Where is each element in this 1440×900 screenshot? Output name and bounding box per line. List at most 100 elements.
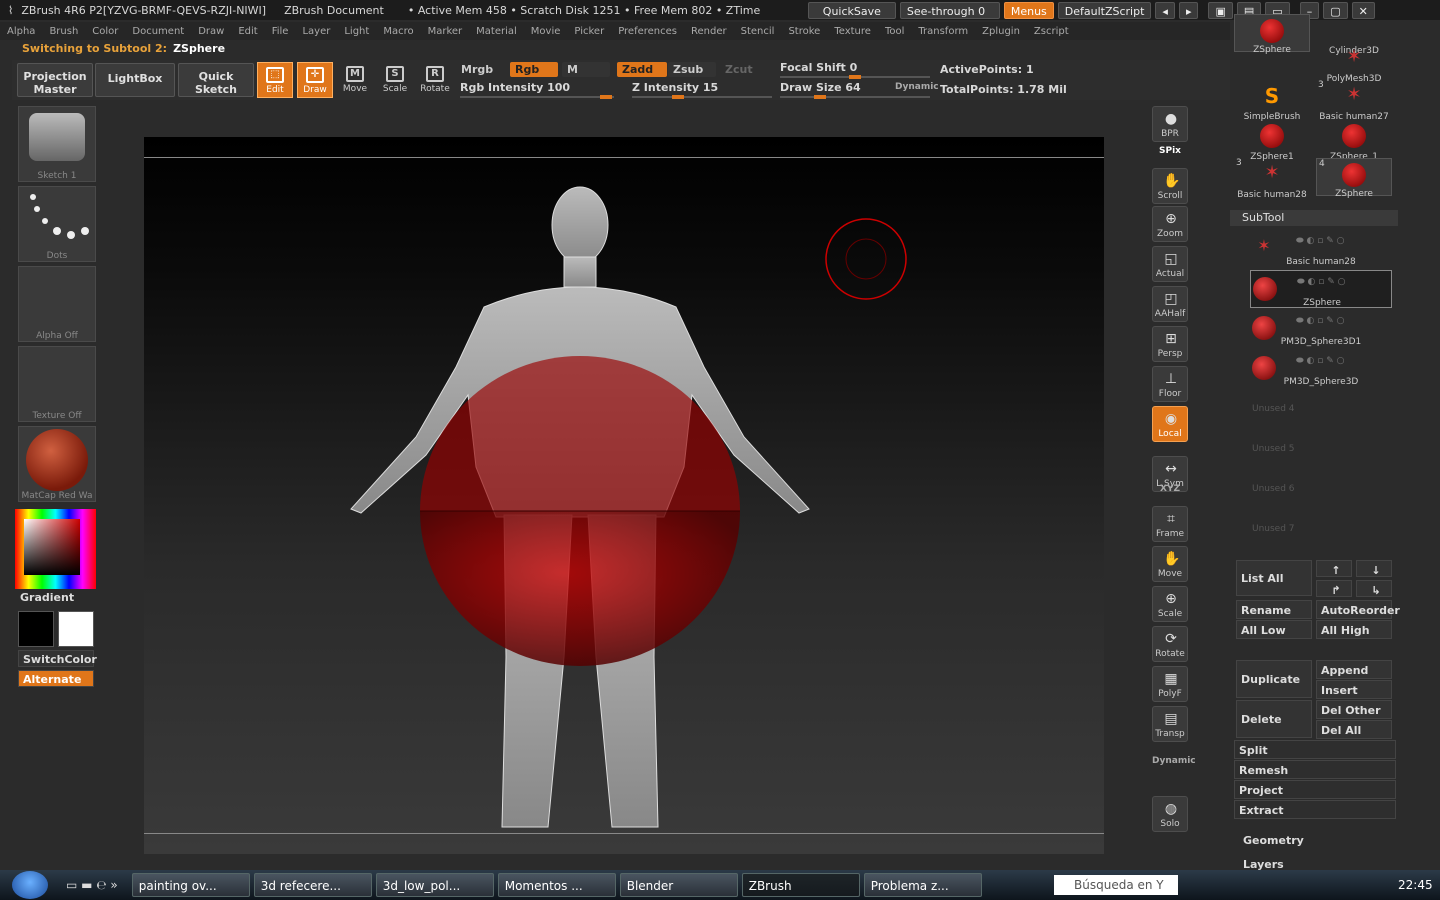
- draw-button[interactable]: ✛ Draw: [297, 62, 333, 98]
- split-button[interactable]: Split: [1234, 740, 1396, 759]
- tool-scroll-button[interactable]: ✋ Scroll: [1152, 168, 1188, 204]
- default-zscript-button[interactable]: DefaultZScript: [1057, 1, 1152, 19]
- dynamic-toggle[interactable]: Dynamic: [895, 82, 939, 92]
- secondary-color-swatch[interactable]: [58, 611, 94, 647]
- menu-edit[interactable]: Edit: [231, 26, 264, 37]
- subtool-item[interactable]: ⬬ ◐ ▫ ✎ ○ ZSphere: [1250, 270, 1392, 308]
- taskbar-item[interactable]: 3d refecere...: [253, 873, 372, 897]
- delete-button[interactable]: Delete: [1236, 700, 1312, 738]
- m-button[interactable]: M: [562, 62, 610, 77]
- arrow-down-icon[interactable]: ↓: [1356, 560, 1392, 577]
- menu-layer[interactable]: Layer: [295, 26, 337, 37]
- append-button[interactable]: Append: [1316, 660, 1392, 679]
- move-down-icon[interactable]: ↳: [1356, 580, 1392, 597]
- geometry-section[interactable]: Geometry: [1243, 834, 1304, 847]
- tool-polyf-button[interactable]: ▦ PolyF: [1152, 666, 1188, 702]
- subtool-item[interactable]: ⬬ ◐ ▫ ✎ ○ PM3D_Sphere3D: [1250, 350, 1392, 388]
- gradient-label[interactable]: Gradient: [20, 591, 74, 604]
- menu-macro[interactable]: Macro: [376, 26, 420, 37]
- tool-solo-button[interactable]: ◍ Solo: [1152, 796, 1188, 832]
- menu-texture[interactable]: Texture: [827, 26, 878, 37]
- tool-thumb[interactable]: ✶ 3 Basic human28: [1234, 158, 1310, 200]
- menu-render[interactable]: Render: [684, 26, 734, 37]
- zcut-button[interactable]: Zcut: [720, 62, 758, 77]
- taskbar-item[interactable]: 3d_low_pol...: [375, 873, 494, 897]
- quicklaunch-icon[interactable]: ▭ ▬ ℮ »: [66, 878, 118, 892]
- list-all-button[interactable]: List All: [1236, 560, 1312, 596]
- subtool-empty-slot[interactable]: Unused 7: [1252, 524, 1295, 534]
- lightbox-button[interactable]: LightBox: [95, 63, 175, 97]
- menu-color[interactable]: Color: [85, 26, 125, 37]
- focal-shift-slider[interactable]: Focal Shift 0: [780, 61, 857, 74]
- z-intensity-track[interactable]: [632, 95, 772, 99]
- quicksave-button[interactable]: QuickSave: [807, 1, 896, 19]
- taskbar-item[interactable]: Problema z...: [863, 873, 982, 897]
- project-button[interactable]: Project: [1234, 780, 1396, 799]
- tool-rotate-button[interactable]: ⟳ Rotate: [1152, 626, 1188, 662]
- rgb-button[interactable]: Rgb: [510, 62, 558, 77]
- tool-transp-button[interactable]: ▤ Transp: [1152, 706, 1188, 742]
- taskbar-item[interactable]: Momentos ...: [497, 873, 616, 897]
- zsub-button[interactable]: Zsub: [668, 62, 716, 77]
- alpha-thumbnail[interactable]: Alpha Off: [18, 266, 96, 342]
- rgb-intensity-slider[interactable]: Rgb Intensity 100: [460, 81, 570, 94]
- tool-floor-button[interactable]: ⊥ Floor: [1152, 366, 1188, 402]
- layout-icon[interactable]: ▣: [1208, 1, 1233, 19]
- scale-button[interactable]: S Scale: [377, 62, 413, 98]
- tool-xyz-button[interactable]: XYZ: [1152, 484, 1188, 494]
- tool-thumb[interactable]: ✶ PolyMesh3D: [1316, 42, 1392, 84]
- sketch-thumbnail[interactable]: Sketch 1: [18, 106, 96, 182]
- next-icon[interactable]: ▸: [1178, 1, 1199, 19]
- menu-zplugin[interactable]: Zplugin: [975, 26, 1027, 37]
- move-up-icon[interactable]: ↱: [1316, 580, 1352, 597]
- tool-thumb[interactable]: 4 ZSphere: [1316, 158, 1392, 199]
- subtool-toggle-icon[interactable]: ⬬ ◐ ▫ ✎ ○: [1296, 356, 1344, 366]
- tool-thumb[interactable]: ✶ 3 Basic human27: [1316, 80, 1392, 122]
- tool-zoom-button[interactable]: ⊕ Zoom: [1152, 206, 1188, 242]
- rename-button[interactable]: Rename: [1236, 600, 1312, 619]
- tool-spix-button[interactable]: SPix: [1152, 146, 1188, 156]
- see-through-slider[interactable]: See-through 0: [899, 1, 1000, 19]
- del-all-button[interactable]: Del All: [1316, 720, 1392, 739]
- taskbar-item[interactable]: painting ov...: [131, 873, 250, 897]
- rotate-button[interactable]: R Rotate: [417, 62, 453, 98]
- menu-zscript[interactable]: Zscript: [1027, 26, 1076, 37]
- remesh-button[interactable]: Remesh: [1234, 760, 1396, 779]
- prev-icon[interactable]: ◂: [1155, 1, 1175, 19]
- tool-aahalf-button[interactable]: ◰ AAHalf: [1152, 286, 1188, 322]
- menu-document[interactable]: Document: [125, 26, 191, 37]
- menu-light[interactable]: Light: [337, 26, 376, 37]
- menu-alpha[interactable]: Alpha: [0, 26, 42, 37]
- tool-dynamic-button[interactable]: Dynamic: [1152, 756, 1196, 766]
- menu-file[interactable]: File: [265, 26, 296, 37]
- draw-size-slider[interactable]: Draw Size 64: [780, 81, 861, 94]
- projection-master-button[interactable]: Projection Master: [17, 63, 93, 97]
- duplicate-button[interactable]: Duplicate: [1236, 660, 1312, 698]
- menu-movie[interactable]: Movie: [524, 26, 568, 37]
- rgb-intensity-track[interactable]: [460, 95, 614, 99]
- menus-button[interactable]: Menus: [1003, 1, 1054, 19]
- alternate-button[interactable]: Alternate: [18, 670, 94, 687]
- tool-local-button[interactable]: ◉ Local: [1152, 406, 1188, 442]
- del-other-button[interactable]: Del Other: [1316, 700, 1392, 719]
- menu-marker[interactable]: Marker: [421, 26, 470, 37]
- search-input[interactable]: Búsqueda en Y: [1054, 875, 1178, 895]
- tool-frame-button[interactable]: ⌗ Frame: [1152, 506, 1188, 542]
- draw-size-track[interactable]: [780, 95, 930, 99]
- quick-sketch-button[interactable]: Quick Sketch: [178, 63, 254, 97]
- menu-material[interactable]: Material: [469, 26, 524, 37]
- subtool-empty-slot[interactable]: Unused 4: [1252, 404, 1295, 414]
- menu-brush[interactable]: Brush: [42, 26, 85, 37]
- subtool-toggle-icon[interactable]: ⬬ ◐ ▫ ✎ ○: [1296, 236, 1344, 246]
- subtool-empty-slot[interactable]: Unused 6: [1252, 484, 1295, 494]
- stroke-thumbnail[interactable]: Dots: [18, 186, 96, 262]
- mrgb-button[interactable]: Mrgb: [456, 62, 498, 77]
- focal-shift-track[interactable]: [780, 75, 930, 79]
- menu-stroke[interactable]: Stroke: [781, 26, 827, 37]
- tool-thumb[interactable]: ZSphere1: [1234, 120, 1310, 162]
- insert-button[interactable]: Insert: [1316, 680, 1392, 699]
- taskbar-item[interactable]: Blender: [619, 873, 738, 897]
- subtool-toggle-icon[interactable]: ⬬ ◐ ▫ ✎ ○: [1297, 277, 1345, 287]
- tool-thumb[interactable]: ZSphere_1: [1316, 120, 1392, 162]
- subtool-item[interactable]: ⬬ ◐ ▫ ✎ ○ PM3D_Sphere3D1: [1250, 310, 1392, 348]
